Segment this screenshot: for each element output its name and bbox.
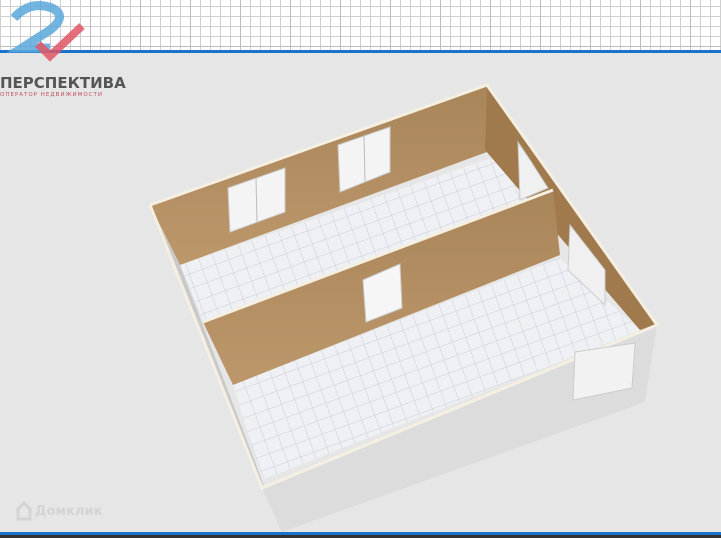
watermark: Домклик: [16, 501, 102, 521]
watermark-text: Домклик: [35, 503, 103, 519]
logo-mark-icon: [6, 1, 85, 62]
logo: ПЕРСПЕКТИВА ОПЕРАТОР НЕДВИЖИМОСТИ: [0, 0, 130, 100]
logo-subtitle: ОПЕРАТОР НЕДВИЖИМОСТИ: [0, 92, 103, 98]
logo-title: ПЕРСПЕКТИВА: [0, 74, 126, 92]
house-icon: [16, 501, 32, 521]
